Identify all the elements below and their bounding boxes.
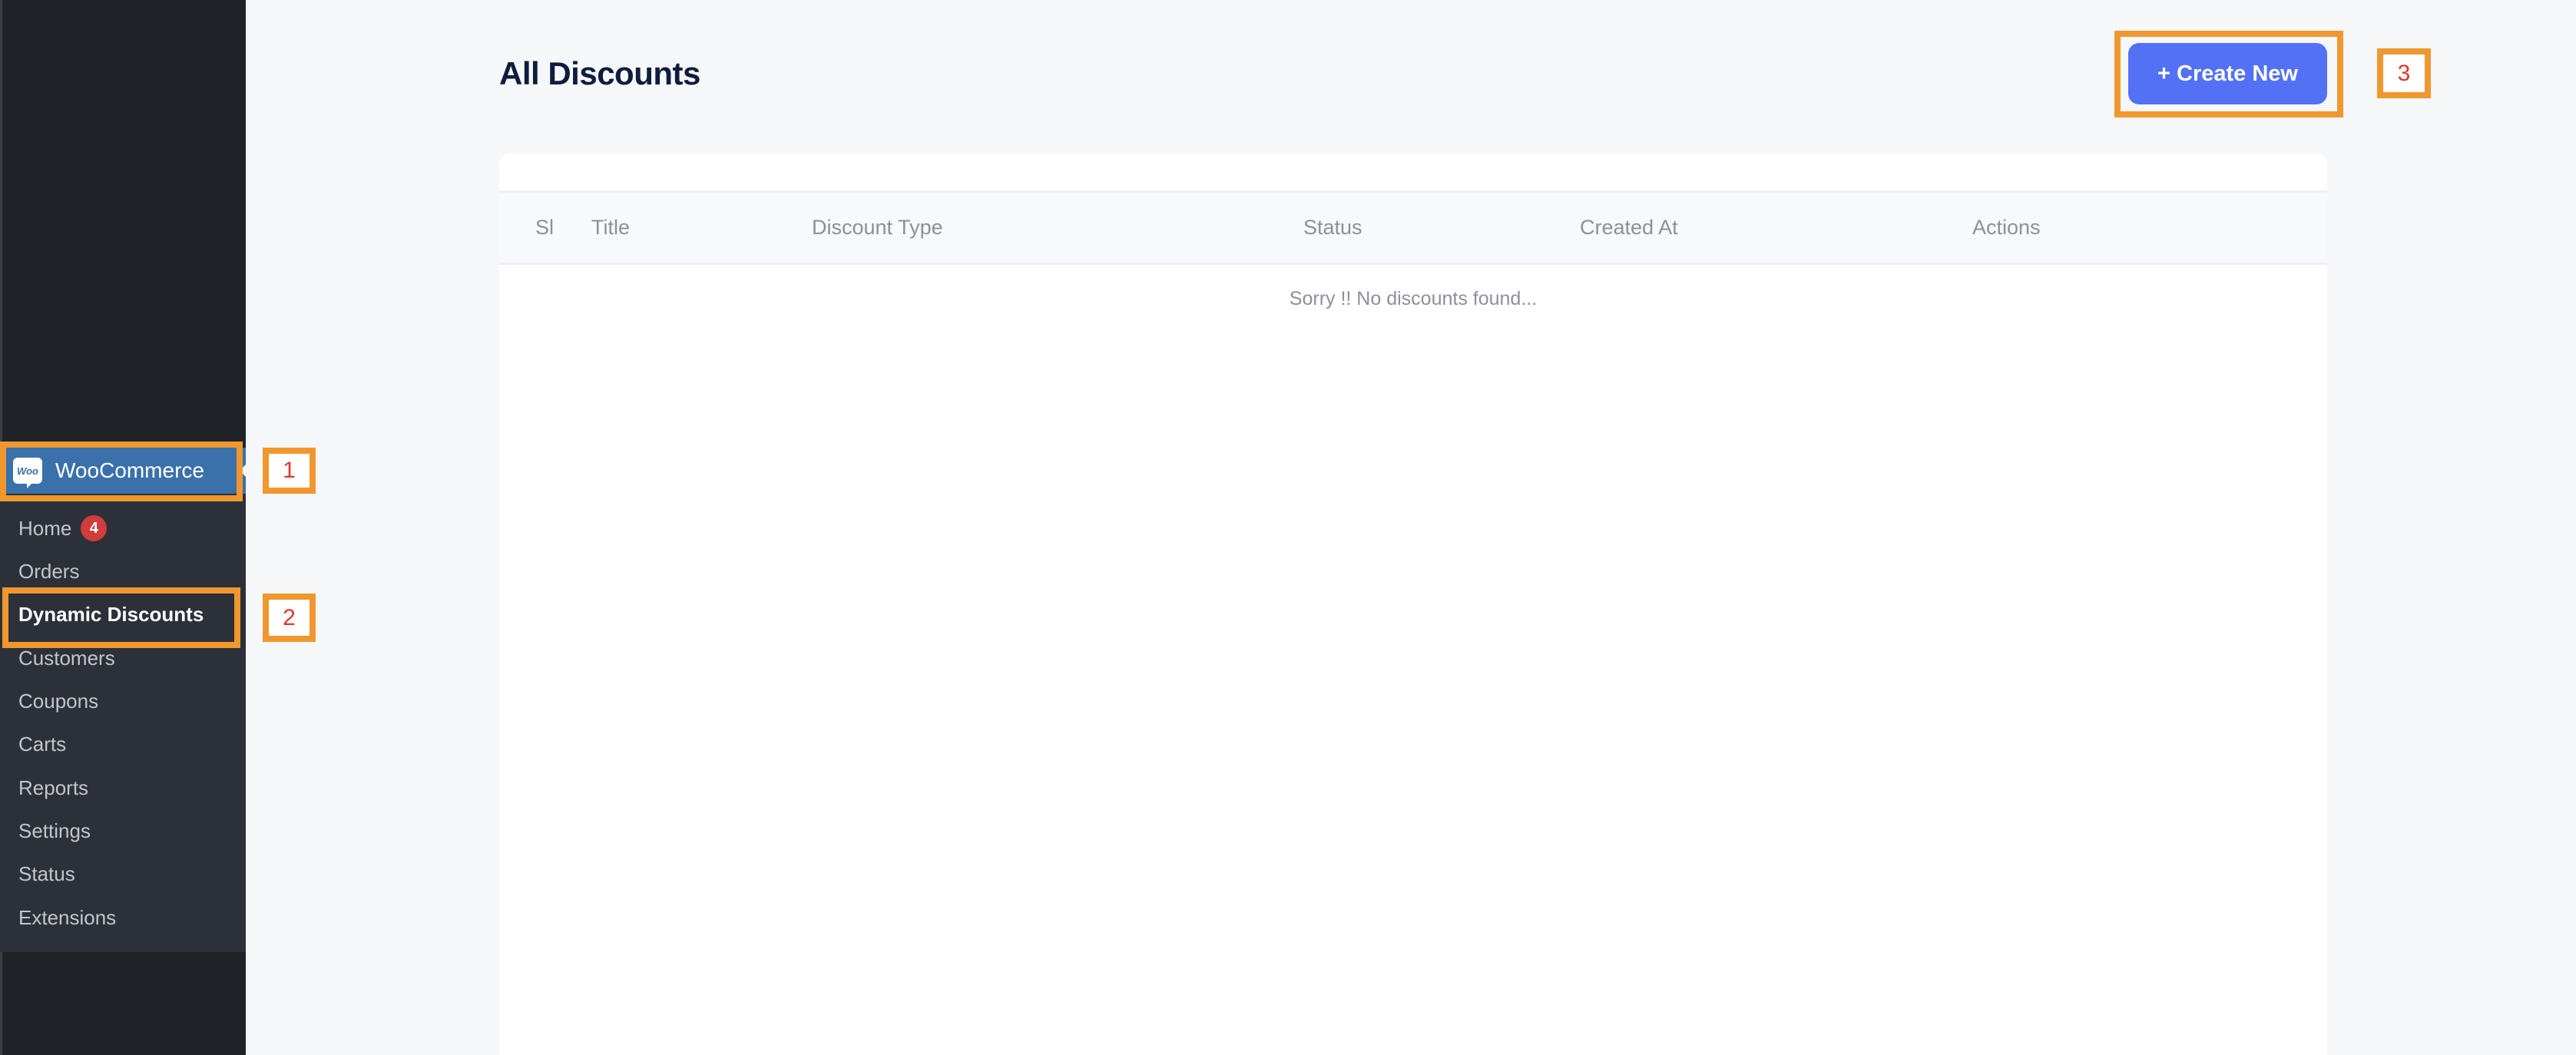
column-header-discount-type: Discount Type bbox=[812, 216, 943, 239]
admin-sidebar: Woo WooCommerce Home 4 Orders Dynamic Di… bbox=[0, 0, 246, 1055]
column-header-created-at: Created At bbox=[1580, 216, 1678, 239]
column-header-sl: Sl bbox=[535, 216, 555, 239]
submenu-item-reports[interactable]: Reports bbox=[18, 772, 88, 803]
highlight-box-2 bbox=[2, 587, 240, 648]
submenu-item-home[interactable]: Home 4 bbox=[18, 513, 108, 544]
submenu-item-status[interactable]: Status bbox=[18, 858, 75, 889]
column-header-status: Status bbox=[1303, 216, 1362, 239]
notification-badge: 4 bbox=[81, 515, 108, 541]
discounts-table-card: Sl Title Discount Type Status Created At… bbox=[499, 154, 2327, 1055]
column-header-actions: Actions bbox=[1972, 216, 2041, 239]
highlight-box-1 bbox=[0, 442, 243, 501]
submenu-item-label: Home bbox=[18, 516, 72, 540]
annotation-label-2: 2 bbox=[263, 594, 316, 642]
annotation-label-3: 3 bbox=[2377, 48, 2431, 98]
submenu-item-extensions[interactable]: Extensions bbox=[18, 902, 116, 933]
table-header-row: Sl Title Discount Type Status Created At… bbox=[499, 190, 2327, 265]
annotation-label-1: 1 bbox=[263, 448, 316, 494]
column-header-title: Title bbox=[591, 216, 631, 239]
submenu-item-orders[interactable]: Orders bbox=[18, 556, 79, 587]
page-title: All Discounts bbox=[499, 55, 700, 91]
empty-state-message: Sorry !! No discounts found... bbox=[1289, 288, 1538, 309]
highlight-box-3 bbox=[2114, 31, 2343, 117]
submenu-item-coupons[interactable]: Coupons bbox=[18, 686, 98, 716]
submenu-item-carts[interactable]: Carts bbox=[18, 729, 66, 759]
woocommerce-submenu: Home 4 Orders Dynamic Discounts Customer… bbox=[0, 494, 246, 952]
submenu-item-settings[interactable]: Settings bbox=[18, 815, 91, 846]
